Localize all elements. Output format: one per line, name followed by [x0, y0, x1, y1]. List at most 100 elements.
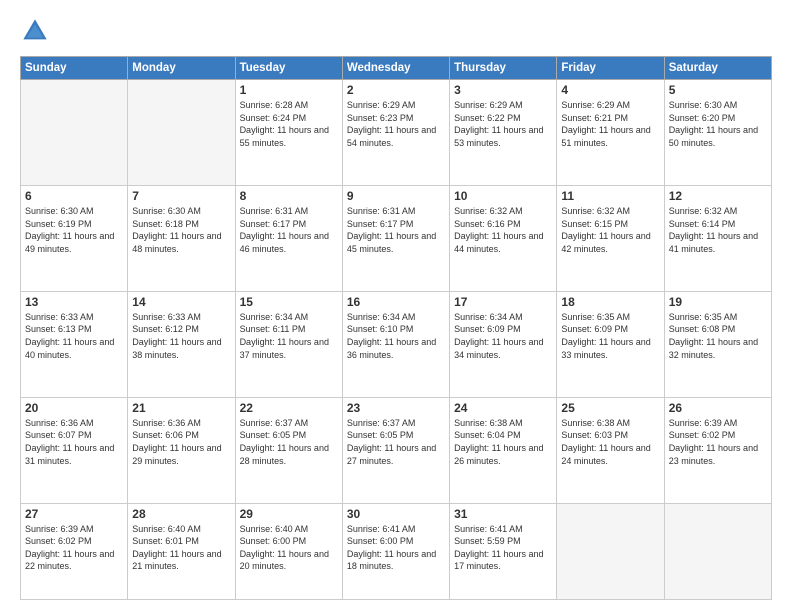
day-number: 27 — [25, 507, 123, 521]
day-cell: 2Sunrise: 6:29 AM Sunset: 6:23 PM Daylig… — [342, 80, 449, 186]
day-info: Sunrise: 6:39 AM Sunset: 6:02 PM Dayligh… — [669, 417, 767, 467]
week-row: 20 Sunrise: 6:36 AM Sunset: 6:07 PM Dayli… — [21, 397, 772, 503]
weekday-header: Monday — [128, 57, 235, 80]
day-number: 13 — [25, 295, 123, 309]
day-number: 1 — [240, 83, 338, 97]
day-number: 7 — [132, 189, 230, 203]
day-info: Sunrise: 6:35 AM Sunset: 6:09 PM Dayligh… — [561, 311, 659, 361]
day-number: 15 — [240, 295, 338, 309]
day-number: 31 — [454, 507, 552, 521]
day-cell: 22 Sunrise: 6:37 AM Sunset: 6:05 PM Dayli… — [235, 397, 342, 503]
day-cell: 1 Sunrise: 6:28 AM Sunset: 6:24 PM Daylig… — [235, 80, 342, 186]
day-number: 8 — [240, 189, 338, 203]
day-info: Sunrise: 6:34 AM Sunset: 6:10 PM Dayligh… — [347, 311, 445, 361]
day-info: Sunrise: 6:37 AM Sunset: 6:05 PM Dayligh… — [347, 417, 445, 467]
day-info: Sunrise: 6:39 AM Sunset: 6:02 PM Dayligh… — [25, 523, 123, 573]
day-info: Sunrise: 6:38 AM Sunset: 6:03 PM Dayligh… — [561, 417, 659, 467]
day-number: 10 — [454, 189, 552, 203]
day-cell: 31 Sunrise: 6:41 AM Sunset: 5:59 PM Dayli… — [450, 503, 557, 599]
day-cell: 5 Sunrise: 6:30 AM Sunset: 6:20 PM Daylig… — [664, 80, 771, 186]
page: SundayMondayTuesdayWednesdayThursdayFrid… — [0, 0, 792, 612]
day-cell — [128, 80, 235, 186]
week-row: 6Sunrise: 6:30 AM Sunset: 6:19 PM Daylig… — [21, 185, 772, 291]
day-info: Sunrise: 6:41 AM Sunset: 6:00 PM Dayligh… — [347, 523, 445, 573]
day-cell: 27 Sunrise: 6:39 AM Sunset: 6:02 PM Dayli… — [21, 503, 128, 599]
day-number: 22 — [240, 401, 338, 415]
day-cell: 19 Sunrise: 6:35 AM Sunset: 6:08 PM Dayli… — [664, 291, 771, 397]
day-info: Sunrise: 6:30 AM Sunset: 6:19 PM Dayligh… — [25, 205, 123, 255]
day-info: Sunrise: 6:29 AM Sunset: 6:21 PM Dayligh… — [561, 99, 659, 149]
day-number: 18 — [561, 295, 659, 309]
day-number: 29 — [240, 507, 338, 521]
day-info: Sunrise: 6:31 AM Sunset: 6:17 PM Dayligh… — [240, 205, 338, 255]
day-number: 26 — [669, 401, 767, 415]
day-info: Sunrise: 6:36 AM Sunset: 6:07 PM Dayligh… — [25, 417, 123, 467]
header — [20, 16, 772, 46]
day-info: Sunrise: 6:30 AM Sunset: 6:18 PM Dayligh… — [132, 205, 230, 255]
day-info: Sunrise: 6:40 AM Sunset: 6:01 PM Dayligh… — [132, 523, 230, 573]
week-row: 1 Sunrise: 6:28 AM Sunset: 6:24 PM Daylig… — [21, 80, 772, 186]
day-number: 4 — [561, 83, 659, 97]
calendar: SundayMondayTuesdayWednesdayThursdayFrid… — [20, 56, 772, 600]
day-cell: 12Sunrise: 6:32 AM Sunset: 6:14 PM Dayli… — [664, 185, 771, 291]
weekday-header: Thursday — [450, 57, 557, 80]
week-row: 27 Sunrise: 6:39 AM Sunset: 6:02 PM Dayli… — [21, 503, 772, 599]
day-cell: 28 Sunrise: 6:40 AM Sunset: 6:01 PM Dayli… — [128, 503, 235, 599]
day-cell: 26 Sunrise: 6:39 AM Sunset: 6:02 PM Dayli… — [664, 397, 771, 503]
day-number: 24 — [454, 401, 552, 415]
day-cell: 3 Sunrise: 6:29 AM Sunset: 6:22 PM Daylig… — [450, 80, 557, 186]
week-row: 13 Sunrise: 6:33 AM Sunset: 6:13 PM Dayli… — [21, 291, 772, 397]
day-number: 16 — [347, 295, 445, 309]
day-number: 28 — [132, 507, 230, 521]
day-number: 25 — [561, 401, 659, 415]
day-info: Sunrise: 6:38 AM Sunset: 6:04 PM Dayligh… — [454, 417, 552, 467]
day-info: Sunrise: 6:32 AM Sunset: 6:14 PM Dayligh… — [669, 205, 767, 255]
weekday-header: Wednesday — [342, 57, 449, 80]
day-cell: 25 Sunrise: 6:38 AM Sunset: 6:03 PM Dayli… — [557, 397, 664, 503]
day-cell — [557, 503, 664, 599]
day-info: Sunrise: 6:32 AM Sunset: 6:16 PM Dayligh… — [454, 205, 552, 255]
weekday-header: Friday — [557, 57, 664, 80]
day-cell — [21, 80, 128, 186]
day-cell: 15 Sunrise: 6:34 AM Sunset: 6:11 PM Dayli… — [235, 291, 342, 397]
day-info: Sunrise: 6:41 AM Sunset: 5:59 PM Dayligh… — [454, 523, 552, 573]
day-cell: 17Sunrise: 6:34 AM Sunset: 6:09 PM Dayli… — [450, 291, 557, 397]
weekday-header: Sunday — [21, 57, 128, 80]
day-number: 21 — [132, 401, 230, 415]
day-number: 5 — [669, 83, 767, 97]
day-number: 17 — [454, 295, 552, 309]
day-cell: 30Sunrise: 6:41 AM Sunset: 6:00 PM Dayli… — [342, 503, 449, 599]
day-cell — [664, 503, 771, 599]
day-cell: 13 Sunrise: 6:33 AM Sunset: 6:13 PM Dayli… — [21, 291, 128, 397]
day-cell: 16 Sunrise: 6:34 AM Sunset: 6:10 PM Dayli… — [342, 291, 449, 397]
day-info: Sunrise: 6:29 AM Sunset: 6:22 PM Dayligh… — [454, 99, 552, 149]
day-number: 20 — [25, 401, 123, 415]
day-number: 19 — [669, 295, 767, 309]
day-number: 3 — [454, 83, 552, 97]
day-cell: 24 Sunrise: 6:38 AM Sunset: 6:04 PM Dayli… — [450, 397, 557, 503]
day-cell: 29 Sunrise: 6:40 AM Sunset: 6:00 PM Dayli… — [235, 503, 342, 599]
day-cell: 23 Sunrise: 6:37 AM Sunset: 6:05 PM Dayli… — [342, 397, 449, 503]
day-info: Sunrise: 6:33 AM Sunset: 6:12 PM Dayligh… — [132, 311, 230, 361]
day-cell: 9Sunrise: 6:31 AM Sunset: 6:17 PM Daylig… — [342, 185, 449, 291]
day-cell: 18 Sunrise: 6:35 AM Sunset: 6:09 PM Dayli… — [557, 291, 664, 397]
day-info: Sunrise: 6:40 AM Sunset: 6:00 PM Dayligh… — [240, 523, 338, 573]
day-cell: 6Sunrise: 6:30 AM Sunset: 6:19 PM Daylig… — [21, 185, 128, 291]
weekday-header: Tuesday — [235, 57, 342, 80]
day-info: Sunrise: 6:37 AM Sunset: 6:05 PM Dayligh… — [240, 417, 338, 467]
logo-icon — [20, 16, 50, 46]
day-cell: 10 Sunrise: 6:32 AM Sunset: 6:16 PM Dayli… — [450, 185, 557, 291]
day-cell: 14 Sunrise: 6:33 AM Sunset: 6:12 PM Dayli… — [128, 291, 235, 397]
day-info: Sunrise: 6:33 AM Sunset: 6:13 PM Dayligh… — [25, 311, 123, 361]
logo — [20, 16, 54, 46]
day-info: Sunrise: 6:35 AM Sunset: 6:08 PM Dayligh… — [669, 311, 767, 361]
day-info: Sunrise: 6:32 AM Sunset: 6:15 PM Dayligh… — [561, 205, 659, 255]
day-info: Sunrise: 6:34 AM Sunset: 6:11 PM Dayligh… — [240, 311, 338, 361]
day-number: 23 — [347, 401, 445, 415]
day-number: 14 — [132, 295, 230, 309]
day-cell: 11Sunrise: 6:32 AM Sunset: 6:15 PM Dayli… — [557, 185, 664, 291]
day-cell: 20 Sunrise: 6:36 AM Sunset: 6:07 PM Dayli… — [21, 397, 128, 503]
day-info: Sunrise: 6:28 AM Sunset: 6:24 PM Dayligh… — [240, 99, 338, 149]
day-cell: 7 Sunrise: 6:30 AM Sunset: 6:18 PM Daylig… — [128, 185, 235, 291]
day-info: Sunrise: 6:30 AM Sunset: 6:20 PM Dayligh… — [669, 99, 767, 149]
